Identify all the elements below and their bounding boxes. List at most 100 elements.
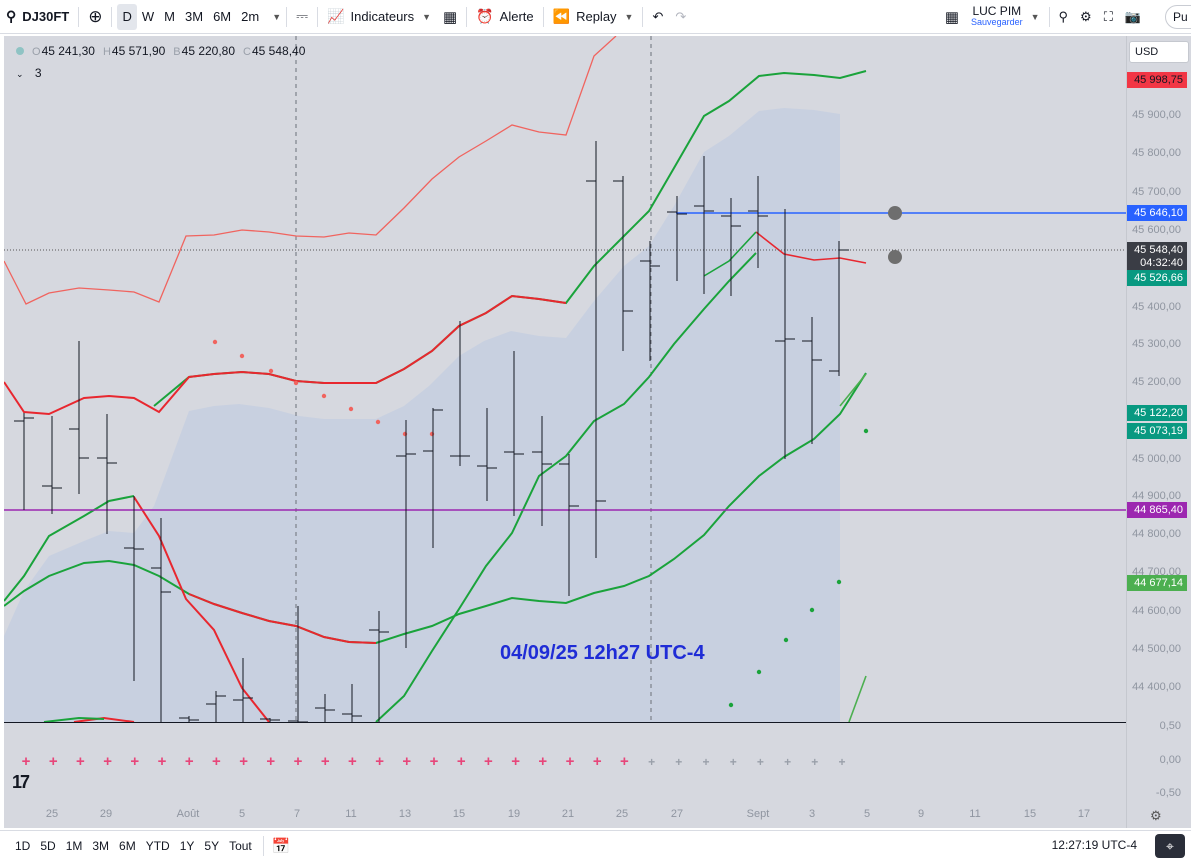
range-3m[interactable]: 3M: [87, 839, 114, 853]
indicator-plus-mark: +: [212, 753, 221, 770]
templates-button[interactable]: ▦: [437, 0, 463, 34]
date-range-button[interactable]: 📅: [267, 837, 296, 855]
redo-button[interactable]: ↷: [669, 0, 692, 34]
axis-settings-icon[interactable]: ⚙: [1150, 808, 1162, 824]
indicator-marks: + + + + + + + + + + + + + + + + + + + + + + + + + + + + + + +: [22, 753, 846, 770]
close-value: 45 548,40: [251, 44, 306, 58]
range-5d[interactable]: 5D: [35, 839, 60, 853]
indicator-plus-mark: +: [375, 753, 384, 770]
undo-icon: ↶: [652, 8, 664, 24]
price-tag-green: 45 526,66: [1127, 270, 1187, 286]
symbol-label: DJ30FT: [22, 9, 70, 24]
snapshot-button[interactable]: 📷: [1119, 0, 1147, 34]
rewind-icon: ⏪: [552, 8, 571, 24]
range-1d[interactable]: 1D: [10, 839, 35, 853]
indicator-count: 3: [34, 66, 42, 80]
low-value: 45 220,80: [181, 44, 236, 58]
top-toolbar: ⚲ DJ30FT ⊕ D W M 3M 6M 2m ▼ ⎓ 📈 Indicate…: [0, 0, 1191, 34]
layout-grid-icon: ▦: [944, 8, 960, 26]
timeframe-w[interactable]: W: [137, 4, 159, 30]
range-5y[interactable]: 5Y: [199, 839, 224, 853]
indicator-plus-mark: +: [239, 753, 248, 770]
time-tick: 11: [345, 808, 357, 820]
alert-label: Alerte: [499, 9, 534, 24]
time-tick: Août: [176, 808, 200, 820]
layout-name-button[interactable]: LUC PIM Sauvegarder ▼: [965, 0, 1045, 34]
range-ytd[interactable]: YTD: [141, 839, 175, 853]
indicator-pane[interactable]: + + + + + + + + + + + + + + + + + + + + + + + + + + + + + + +: [4, 723, 1126, 802]
tradingview-logo[interactable]: 17: [12, 772, 30, 793]
indicator-plus-mark: +: [402, 753, 411, 770]
timeframe-2m[interactable]: 2m: [236, 4, 264, 30]
time-tick: 13: [398, 808, 412, 820]
timeframe-6m[interactable]: 6M: [208, 4, 236, 30]
undo-button[interactable]: ↶: [646, 0, 669, 34]
clock[interactable]: 12:27:19 UTC-4: [1052, 838, 1137, 852]
indicator-plus-mark: +: [348, 753, 357, 770]
price-tick: 45 600,00: [1132, 224, 1181, 236]
range-1y[interactable]: 1Y: [175, 839, 200, 853]
alert-button[interactable]: ⏰ Alerte: [470, 0, 539, 34]
crosshair-toggle-button[interactable]: ⌖: [1155, 834, 1185, 858]
layout-save-status: Sauvegarder: [971, 16, 1023, 27]
drawing-handle: [888, 206, 902, 220]
grid-icon: ▦: [443, 8, 458, 26]
indicators-toggle[interactable]: ⌄ 3: [16, 66, 42, 80]
indicators-button[interactable]: 📈 Indicateurs ▼: [321, 0, 437, 34]
timeframe-m[interactable]: M: [159, 4, 180, 30]
indicator-plus-mark: +: [566, 753, 575, 770]
close-label: C: [243, 46, 251, 58]
time-tick: 15: [452, 808, 466, 820]
text-annotation[interactable]: 04/09/25 12h27 UTC-4: [500, 642, 705, 665]
time-tick: 5: [863, 808, 871, 820]
range-all[interactable]: Tout: [224, 839, 257, 853]
time-tick: 3: [808, 808, 816, 820]
chevron-down-icon: ▼: [422, 11, 432, 22]
redo-icon: ↷: [675, 8, 687, 24]
indicators-label: Indicateurs: [350, 9, 415, 24]
status-dot: [16, 47, 24, 55]
price-tag-green-light: 44 677,14: [1127, 575, 1187, 591]
publish-button[interactable]: Pu: [1165, 5, 1191, 29]
ohlc-legend: O45 241,30 H45 571,90 B45 220,80 C45 548…: [16, 44, 305, 58]
time-tick: 5: [238, 808, 246, 820]
indicator-plus-mark: +: [593, 753, 602, 770]
compare-button[interactable]: ⊕: [82, 0, 108, 34]
price-tick: 45 900,00: [1132, 109, 1181, 121]
time-tick: 25: [615, 808, 629, 820]
symbol-search[interactable]: ⚲ DJ30FT: [0, 0, 75, 34]
timeframe-d[interactable]: D: [117, 3, 137, 30]
fullscreen-button[interactable]: ⛶: [1098, 0, 1119, 34]
bottom-toolbar: 1D 5D 1M 3M 6M YTD 1Y 5Y Tout 📅 12:27:19…: [0, 830, 1191, 860]
indicator-plus-mark: +: [430, 753, 439, 770]
timeframe-chevron-down-icon[interactable]: ▼: [272, 12, 281, 22]
indicator-plus-mark: +: [103, 753, 112, 770]
price-tick: 45 800,00: [1132, 147, 1181, 159]
currency-select[interactable]: USD: [1129, 41, 1189, 63]
settings-button[interactable]: ⚙: [1074, 0, 1098, 34]
time-tick: 9: [917, 808, 925, 820]
price-chart[interactable]: [4, 36, 1126, 722]
cloud-area: [4, 108, 840, 722]
time-tick: Sept: [746, 808, 770, 820]
replay-button[interactable]: ⏪ Replay ▼: [547, 0, 640, 34]
open-label: O: [32, 46, 41, 58]
quick-search-button[interactable]: ⚲: [1053, 0, 1075, 34]
indicator-plus-mark: +: [620, 753, 629, 770]
timeframe-3m[interactable]: 3M: [180, 4, 208, 30]
indicator-plus-mark: +: [321, 753, 330, 770]
bars-icon: ⎓: [296, 8, 309, 25]
time-tick: 19: [507, 808, 521, 820]
layout-grid-button[interactable]: ▦: [939, 0, 965, 34]
range-6m[interactable]: 6M: [114, 839, 141, 853]
indicator-canvas: + + + + + + + + + + + + + + + + + + + + + + + + + + + + + + +: [22, 753, 846, 770]
bar-style-button[interactable]: ⎓: [290, 0, 314, 34]
price-tag-green: 45 073,19: [1127, 423, 1187, 439]
time-tick: 17: [1077, 808, 1091, 820]
indicator-plus-mark: +: [266, 753, 275, 770]
indicator-plus-mark: +: [511, 753, 520, 770]
price-tick: 44 800,00: [1132, 528, 1181, 540]
range-1m[interactable]: 1M: [61, 839, 88, 853]
time-tick: 27: [670, 808, 684, 820]
gear-icon: ⚙: [1080, 8, 1092, 24]
